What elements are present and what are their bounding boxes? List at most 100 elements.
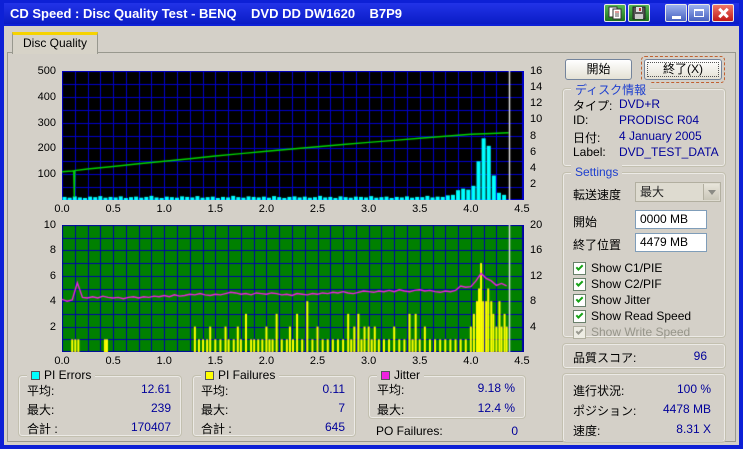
disc-id-label: ID: (573, 113, 589, 127)
settings-title: Settings (571, 165, 623, 179)
check-icon (575, 262, 584, 271)
checkbox-label: Show C2/PIF (591, 277, 662, 291)
axis-tick-label: 1.0 (156, 355, 172, 367)
chevron-down-icon (707, 189, 716, 195)
disc-info-box: ディスク情報 タイプ: DVD+R ID: PRODISC R04 日付: 4 … (562, 81, 726, 167)
checkbox-show-read-speed[interactable]: Show Read Speed (573, 309, 691, 323)
start-button[interactable]: 開始 (565, 59, 632, 80)
pi-errors-avg-label: 平均: (27, 384, 55, 398)
quality-score-box: 品質スコア: 96 (562, 343, 726, 369)
transfer-speed-label: 転送速度 (573, 188, 622, 202)
axis-tick-label: 0.5 (105, 203, 121, 215)
axis-tick-label: 500 (37, 65, 56, 77)
app-window: CD Speed : Disc Quality Test - BENQ DVD … (0, 0, 743, 449)
axis-tick-label: 4.5 (514, 203, 530, 215)
disc-label-value: DVD_TEST_DATA (619, 145, 719, 159)
checkbox-box (573, 325, 586, 339)
pi-failures-legend-icon (205, 370, 214, 380)
disc-date-label: 日付: (573, 131, 601, 145)
window-title: CD Speed : Disc Quality Test - BENQ DVD … (10, 6, 403, 21)
axis-tick-label: 10 (43, 219, 56, 231)
checkbox-show-jitter[interactable]: Show Jitter (573, 293, 650, 307)
axis-tick-label: 3.0 (360, 203, 377, 215)
pi-failures-avg-label: 平均: (201, 384, 229, 398)
po-failures-value: 0 (511, 424, 518, 438)
axis-tick-label: 10 (530, 113, 543, 126)
minimize-icon (671, 16, 681, 19)
disc-type-value: DVD+R (619, 97, 661, 111)
pi-errors-total-label: 合計 : (27, 422, 58, 436)
pi-failures-box-title: PI Failures (201, 368, 280, 382)
axis-tick-label: 2 (49, 320, 56, 333)
close-button[interactable] (712, 4, 734, 22)
position-label: ポジション: (573, 404, 637, 418)
pi-failures-box: PI Failures 平均: 0.11 最大: 7 合計 : 645 (192, 368, 356, 437)
copy-icon (608, 6, 622, 20)
axis-tick-label: 16 (530, 65, 543, 77)
check-icon (575, 278, 584, 287)
start-position-field[interactable]: 0000 MB (635, 210, 707, 229)
axis-tick-label: 300 (37, 116, 56, 129)
pi-errors-legend-icon (31, 370, 40, 380)
save-icon (632, 6, 646, 20)
disc-label-label: Label: (573, 145, 606, 159)
maximize-button[interactable] (688, 4, 710, 22)
axis-tick-label: 14 (530, 81, 543, 94)
copy-button[interactable] (604, 4, 626, 22)
bottom-chart-left-axis: 10 8 6 4 2 (32, 219, 58, 352)
axis-tick-label: 2 (530, 177, 537, 190)
minimize-button[interactable] (665, 4, 687, 22)
axis-tick-label: 4.5 (514, 355, 530, 367)
checkbox-label: Show C1/PIE (591, 261, 663, 275)
axis-tick-label: 1.5 (207, 203, 223, 215)
checkbox-box[interactable] (573, 261, 586, 275)
progress-label: 進行状況: (573, 384, 625, 398)
disc-type-label: タイプ: (573, 99, 613, 113)
checkbox-show-c2-pif[interactable]: Show C2/PIF (573, 277, 662, 291)
transfer-speed-dropdown[interactable]: 最大 (635, 182, 721, 202)
progress-value: 100 % (676, 382, 711, 396)
axis-tick-label: 4 (530, 161, 537, 174)
speed-value: 8.31 X (676, 422, 711, 436)
check-icon (575, 294, 584, 303)
jitter-box-title: Jitter (377, 368, 425, 382)
bottom-chart-right-axis: 20 16 12 8 4 (526, 219, 550, 352)
axis-tick-label: 3.5 (412, 355, 428, 367)
axis-tick-label: 100 (37, 168, 56, 181)
tab-disc-quality[interactable]: Disc Quality (12, 32, 98, 54)
axis-tick-label: 4 (49, 295, 56, 308)
axis-tick-label: 1.5 (207, 355, 223, 367)
dropdown-arrow-button[interactable] (703, 184, 719, 200)
checkbox-show-write-speed: Show Write Speed (573, 325, 690, 339)
end-position-field[interactable]: 4479 MB (635, 233, 707, 252)
jitter-max-value: 12.4 % (477, 401, 515, 415)
settings-box: Settings 転送速度 最大 開始 0000 MB 終了位置 4479 MB… (562, 165, 726, 339)
axis-tick-label: 8 (530, 295, 537, 308)
start-position-label: 開始 (573, 215, 598, 229)
axis-tick-label: 0.0 (54, 355, 70, 367)
axis-tick-label: 4 (530, 320, 537, 333)
axis-tick-label: 2.0 (258, 203, 275, 215)
axis-tick-label: 3.5 (412, 203, 428, 215)
checkbox-box[interactable] (573, 309, 586, 323)
pi-errors-avg-value: 12.61 (140, 382, 171, 396)
pi-errors-box: PI Errors 平均: 12.61 最大: 239 合計 : 170407 (18, 368, 182, 437)
checkbox-show-c1-pie[interactable]: Show C1/PIE (573, 261, 662, 275)
checkbox-label: Show Read Speed (591, 309, 692, 323)
axis-tick-label: 2.0 (258, 355, 275, 367)
checkbox-box[interactable] (573, 293, 586, 307)
save-button[interactable] (628, 4, 650, 22)
pi-errors-box-title: PI Errors (27, 368, 96, 382)
quality-score-value: 96 (693, 349, 707, 363)
client-area: Disc Quality 500 400 300 200 100 16 14 12 10 8 6 4… (4, 26, 739, 445)
checkbox-label: Show Jitter (591, 293, 651, 307)
pi-failures-avg-value: 0.11 (322, 382, 345, 396)
axis-tick-label: 8 (49, 244, 56, 257)
checkbox-box[interactable] (573, 277, 586, 291)
axis-tick-label: 12 (530, 97, 543, 110)
exit-button[interactable]: 終了(X) (644, 59, 722, 80)
axis-tick-label: 6 (530, 145, 537, 158)
check-icon (575, 310, 584, 319)
jitter-avg-label: 平均: (377, 383, 405, 397)
speed-label: 速度: (573, 424, 601, 438)
